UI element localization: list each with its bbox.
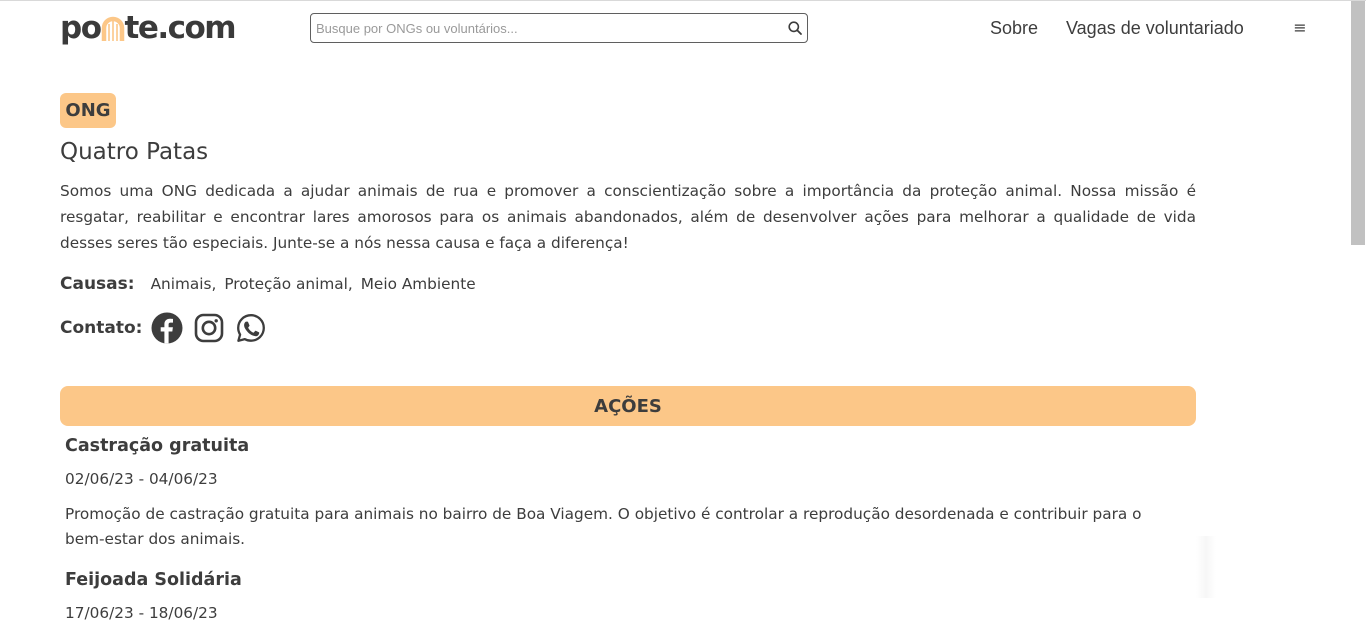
search-box [310, 13, 808, 43]
search-icon[interactable] [787, 20, 803, 36]
action-dates: 17/06/23 - 18/06/23 [65, 604, 218, 622]
cause-tag: Animais, [150, 275, 217, 293]
facebook-icon[interactable] [151, 312, 183, 344]
site-header: po te.com Sobre Vagas de voluntariado ≡ [0, 0, 1350, 58]
action-dates: 02/06/23 - 04/06/23 [65, 470, 218, 488]
search-input[interactable] [316, 17, 776, 39]
action-description: Promoção de castração gratuita para anim… [65, 505, 1142, 548]
cause-tag: Meio Ambiente [360, 275, 476, 293]
cause-tag: Proteção animal, [224, 275, 353, 293]
hamburger-menu-icon[interactable]: ≡ [1292, 20, 1308, 36]
site-logo[interactable]: po te.com [60, 8, 237, 48]
org-name: Quatro Patas [60, 139, 209, 165]
action-title: Feijoada Solidária [65, 570, 242, 590]
contact-row: Contato: [60, 311, 277, 345]
scrollbar-thumb[interactable] [1351, 1, 1365, 245]
contact-label: Contato: [60, 318, 143, 338]
causes-label: Causas: [60, 274, 135, 294]
logo-text-prefix: po [60, 10, 102, 46]
org-description: Somos uma ONG dedicada a ajudar animais … [60, 182, 1196, 252]
instagram-icon[interactable] [193, 312, 225, 344]
rendering-artifact [1196, 536, 1216, 598]
page: po te.com Sobre Vagas de voluntariado ≡ … [0, 0, 1366, 641]
org-type-badge: ONG [60, 93, 116, 128]
action-title: Castração gratuita [65, 436, 250, 456]
bridge-arch-icon [101, 16, 124, 41]
logo-text-suffix: te.com [124, 10, 237, 46]
whatsapp-icon[interactable] [235, 312, 267, 344]
actions-section-header: AÇÕES [60, 386, 1196, 426]
causes-row: Causas: Animais, Proteção animal, Meio A… [60, 271, 484, 297]
nav-link-volunteer-jobs[interactable]: Vagas de voluntariado [1066, 18, 1244, 39]
nav-link-about[interactable]: Sobre [990, 18, 1038, 39]
